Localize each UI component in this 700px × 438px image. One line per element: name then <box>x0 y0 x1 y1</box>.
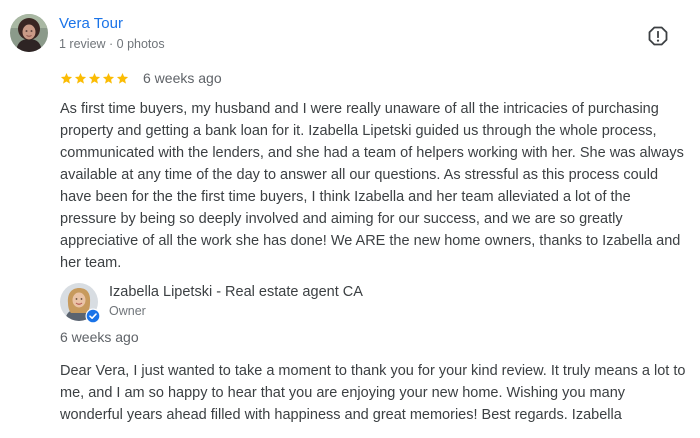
owner-response-text: Dear Vera, I just wanted to take a momen… <box>60 363 686 423</box>
reviewer-avatar[interactable] <box>10 14 48 52</box>
star-rating <box>60 72 129 85</box>
owner-role: Owner <box>109 304 146 318</box>
verified-check-icon <box>85 308 101 324</box>
reviewer-name[interactable]: Vera Tour <box>59 15 123 32</box>
profile-photo-icon <box>10 14 48 52</box>
star-icon <box>60 72 73 84</box>
rating-row: 6 weeks ago <box>60 69 222 87</box>
star-icon <box>102 72 115 84</box>
report-review-button[interactable] <box>646 24 670 48</box>
owner-name[interactable]: Izabella Lipetski - Real estate agent CA <box>109 284 363 300</box>
star-icon <box>74 72 87 84</box>
review-date: 6 weeks ago <box>143 70 222 86</box>
star-icon <box>88 72 101 84</box>
owner-avatar[interactable] <box>60 283 101 324</box>
flag-report-icon <box>648 26 668 46</box>
star-icon <box>116 72 129 84</box>
response-date: 6 weeks ago <box>60 329 139 345</box>
review-text: As first time buyers, my husband and I w… <box>60 101 684 271</box>
reviewer-meta: 1 review · 0 photos <box>59 37 165 51</box>
